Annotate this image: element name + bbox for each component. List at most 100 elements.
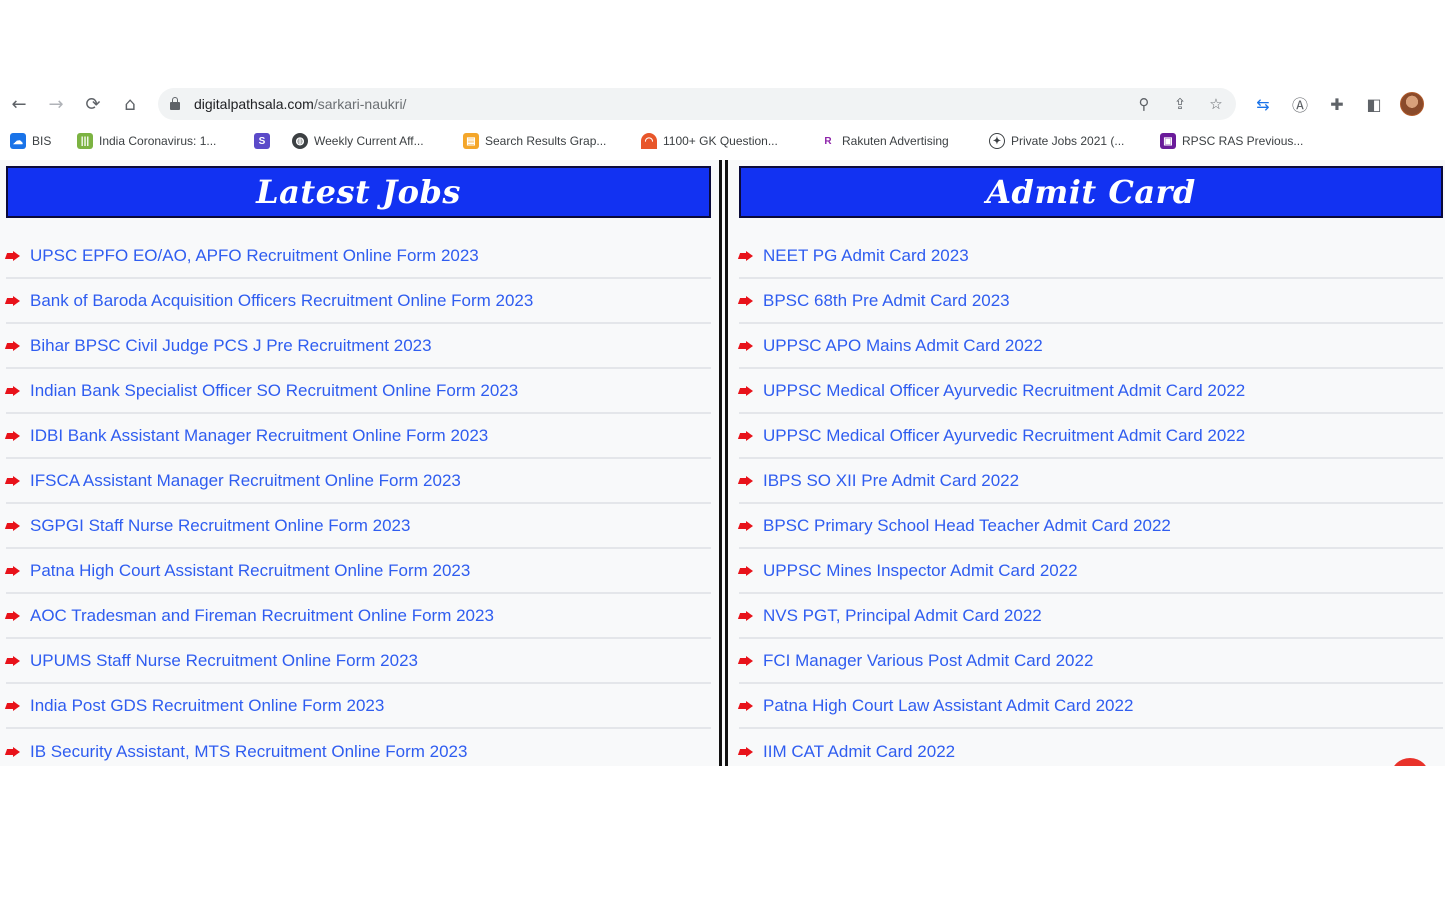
admit-card-header: Admit Card xyxy=(739,166,1443,218)
url-host: digitalpathsala.com xyxy=(194,96,314,112)
bookmark-bis[interactable]: ☁ BIS xyxy=(10,132,51,150)
sf-icon: S xyxy=(254,133,270,149)
lock-icon[interactable] xyxy=(170,97,180,110)
job-link[interactable]: SGPGI Staff Nurse Recruitment Online For… xyxy=(30,516,410,536)
column-divider xyxy=(719,160,729,766)
admit-card-column: Admit Card NEET PG Admit Card 2023 BPSC … xyxy=(739,160,1443,766)
list-item: India Post GDS Recruitment Online Form 2… xyxy=(6,684,711,729)
zoom-search-icon[interactable]: ⚲ xyxy=(1134,94,1154,114)
list-item: Patna High Court Assistant Recruitment O… xyxy=(6,549,711,594)
latest-jobs-list: UPSC EPFO EO/AO, APFO Recruitment Online… xyxy=(6,234,711,766)
bookmark-gk-questions[interactable]: ◠ 1100+ GK Question... xyxy=(641,132,778,150)
job-link[interactable]: AOC Tradesman and Fireman Recruitment On… xyxy=(30,606,494,626)
red-arrow-icon xyxy=(739,610,755,621)
red-arrow-icon xyxy=(6,385,22,396)
admit-card-link[interactable]: UPPSC Mines Inspector Admit Card 2022 xyxy=(763,561,1078,581)
red-arrow-icon xyxy=(6,340,22,351)
admit-card-link[interactable]: NEET PG Admit Card 2023 xyxy=(763,246,969,266)
bookmark-search-results[interactable]: ▤ Search Results Grap... xyxy=(463,132,606,150)
bottom-blank-area xyxy=(0,766,1445,900)
bookmark-star-icon[interactable]: ☆ xyxy=(1206,94,1226,114)
red-arrow-icon xyxy=(739,655,755,666)
list-item: UPPSC Medical Officer Ayurvedic Recruitm… xyxy=(739,369,1443,414)
red-arrow-icon xyxy=(739,565,755,576)
red-arrow-icon xyxy=(6,520,22,531)
forward-icon[interactable]: → xyxy=(44,92,68,116)
address-bar[interactable]: digitalpathsala.com/sarkari-naukri/ ⚲ ⇪ … xyxy=(158,88,1236,120)
bookmark-label: Rakuten Advertising xyxy=(842,134,949,148)
admit-card-link[interactable]: BPSC 68th Pre Admit Card 2023 xyxy=(763,291,1010,311)
reload-icon[interactable]: ⟳ xyxy=(81,92,105,116)
r-icon: R xyxy=(820,133,836,149)
list-item: IFSCA Assistant Manager Recruitment Onli… xyxy=(6,459,711,504)
admit-card-link[interactable]: FCI Manager Various Post Admit Card 2022 xyxy=(763,651,1093,671)
globe-icon: ◍ xyxy=(292,133,308,149)
latest-jobs-column: Latest Jobs UPSC EPFO EO/AO, APFO Recrui… xyxy=(6,160,711,766)
list-item: FCI Manager Various Post Admit Card 2022 xyxy=(739,639,1443,684)
compass-icon: ✦ xyxy=(989,133,1005,149)
home-icon[interactable]: ⌂ xyxy=(118,92,142,116)
side-panel-icon[interactable]: ◧ xyxy=(1362,92,1386,116)
doc-icon: ▤ xyxy=(463,133,479,149)
admit-card-link[interactable]: UPPSC Medical Officer Ayurvedic Recruitm… xyxy=(763,381,1245,401)
bookmarks-bar: ☁ BIS ||| India Coronavirus: 1... S ◍ We… xyxy=(0,128,1445,154)
bookmark-india-coronavirus[interactable]: ||| India Coronavirus: 1... xyxy=(77,132,216,150)
url-text[interactable]: digitalpathsala.com/sarkari-naukri/ xyxy=(194,96,406,112)
url-path: /sarkari-naukri/ xyxy=(313,96,407,112)
translate-icon[interactable]: ⇆ xyxy=(1251,92,1275,116)
browser-toolbar: ← → ⟳ ⌂ digitalpathsala.com/sarkari-nauk… xyxy=(0,84,1445,124)
red-arrow-icon xyxy=(739,520,755,531)
admit-card-link[interactable]: IBPS SO XII Pre Admit Card 2022 xyxy=(763,471,1019,491)
red-arrow-icon xyxy=(739,385,755,396)
bookmark-rakuten[interactable]: R Rakuten Advertising xyxy=(820,132,949,150)
red-arrow-icon xyxy=(739,430,755,441)
bookmark-rpsc-ras[interactable]: ▣ RPSC RAS Previous... xyxy=(1160,132,1303,150)
red-arrow-icon xyxy=(739,700,755,711)
admit-card-link[interactable]: UPPSC Medical Officer Ayurvedic Recruitm… xyxy=(763,426,1245,446)
job-link[interactable]: UPSC EPFO EO/AO, APFO Recruitment Online… xyxy=(30,246,479,266)
list-item: UPPSC APO Mains Admit Card 2022 xyxy=(739,324,1443,369)
bookmark-label: India Coronavirus: 1... xyxy=(99,134,217,148)
red-arrow-icon xyxy=(6,430,22,441)
back-icon[interactable]: ← xyxy=(7,92,31,116)
list-item: UPPSC Mines Inspector Admit Card 2022 xyxy=(739,549,1443,594)
profile-avatar[interactable] xyxy=(1400,92,1424,116)
list-item: IDBI Bank Assistant Manager Recruitment … xyxy=(6,414,711,459)
admit-card-link[interactable]: NVS PGT, Principal Admit Card 2022 xyxy=(763,606,1042,626)
extension-a-icon[interactable]: Ⓐ xyxy=(1288,92,1312,116)
job-link[interactable]: India Post GDS Recruitment Online Form 2… xyxy=(30,696,384,716)
book-icon: ▣ xyxy=(1160,133,1176,149)
red-arrow-icon xyxy=(739,250,755,261)
list-item: Bank of Baroda Acquisition Officers Recr… xyxy=(6,279,711,324)
red-arrow-icon xyxy=(6,475,22,486)
job-link[interactable]: Bank of Baroda Acquisition Officers Recr… xyxy=(30,291,533,311)
job-link[interactable]: IFSCA Assistant Manager Recruitment Onli… xyxy=(30,471,461,491)
red-arrow-icon xyxy=(6,655,22,666)
admit-card-link[interactable]: UPPSC APO Mains Admit Card 2022 xyxy=(763,336,1043,356)
bookmark-weekly-current-affairs[interactable]: ◍ Weekly Current Aff... xyxy=(292,132,424,150)
list-item: Patna High Court Law Assistant Admit Car… xyxy=(739,684,1443,729)
job-link[interactable]: Patna High Court Assistant Recruitment O… xyxy=(30,561,470,581)
admit-card-link[interactable]: Patna High Court Law Assistant Admit Car… xyxy=(763,696,1133,716)
admit-card-link[interactable]: BPSC Primary School Head Teacher Admit C… xyxy=(763,516,1171,536)
bookmark-sf[interactable]: S xyxy=(254,132,270,150)
red-arrow-icon xyxy=(739,475,755,486)
admit-card-title: Admit Card xyxy=(986,173,1196,211)
job-link[interactable]: IB Security Assistant, MTS Recruitment O… xyxy=(30,742,467,762)
list-item: Indian Bank Specialist Officer SO Recrui… xyxy=(6,369,711,414)
share-icon[interactable]: ⇪ xyxy=(1170,94,1190,114)
extensions-puzzle-icon[interactable]: ✚ xyxy=(1325,92,1349,116)
list-item: SGPGI Staff Nurse Recruitment Online For… xyxy=(6,504,711,549)
red-arrow-icon xyxy=(6,746,22,757)
list-item: BPSC Primary School Head Teacher Admit C… xyxy=(739,504,1443,549)
bookmark-label: Search Results Grap... xyxy=(485,134,607,148)
red-arrow-icon xyxy=(6,295,22,306)
job-link[interactable]: Bihar BPSC Civil Judge PCS J Pre Recruit… xyxy=(30,336,432,356)
bookmark-private-jobs[interactable]: ✦ Private Jobs 2021 (... xyxy=(989,132,1124,150)
red-arrow-icon xyxy=(6,565,22,576)
job-link[interactable]: IDBI Bank Assistant Manager Recruitment … xyxy=(30,426,488,446)
admit-card-link[interactable]: IIM CAT Admit Card 2022 xyxy=(763,742,955,762)
job-link[interactable]: Indian Bank Specialist Officer SO Recrui… xyxy=(30,381,518,401)
job-link[interactable]: UPUMS Staff Nurse Recruitment Online For… xyxy=(30,651,418,671)
red-arrow-icon xyxy=(6,250,22,261)
